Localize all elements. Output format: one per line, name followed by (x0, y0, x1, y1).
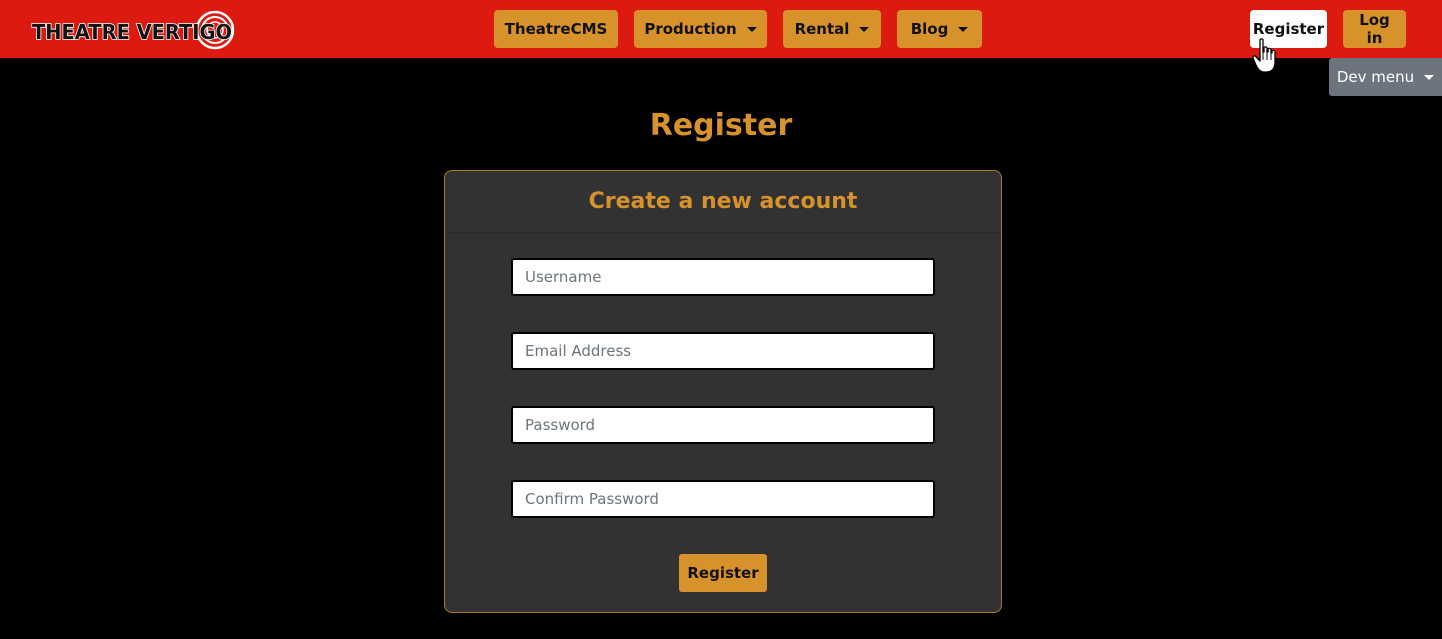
nav-rental-dropdown[interactable]: Rental (783, 10, 881, 48)
login-link-label: Log in (1359, 11, 1390, 47)
card-header-title: Create a new account (588, 189, 858, 214)
nav-blog-dropdown[interactable]: Blog (897, 10, 982, 48)
register-submit-button[interactable]: Register (679, 554, 767, 592)
login-link[interactable]: Log in (1343, 10, 1406, 48)
nav-production-dropdown[interactable]: Production (634, 10, 767, 48)
nav-theatrecms-label: TheatreCMS (504, 20, 608, 38)
top-navbar: THEATRE VERTIGO TheatreCMS Production Re… (0, 0, 1442, 58)
card-header: Create a new account (445, 171, 1001, 233)
dev-menu-dropdown[interactable]: Dev menu (1329, 58, 1442, 96)
caret-down-icon (746, 26, 757, 32)
register-link-label: Register (1252, 20, 1325, 38)
register-submit-label: Register (687, 564, 759, 582)
nav-production-label: Production (644, 20, 737, 38)
nav-theatrecms-link[interactable]: TheatreCMS (494, 10, 618, 48)
register-form-card: Create a new account Register (444, 170, 1002, 613)
nav-rental-label: Rental (794, 20, 850, 38)
username-input[interactable] (511, 258, 935, 296)
caret-down-icon (859, 26, 870, 32)
logo-text: THEATRE VERTIGO (32, 20, 232, 44)
caret-down-icon (1424, 74, 1435, 80)
hand-pointer-icon (1252, 38, 1276, 73)
page-title: Register (649, 108, 793, 143)
dev-menu-label: Dev menu (1336, 68, 1415, 86)
password-input[interactable] (511, 406, 935, 444)
nav-blog-label: Blog (910, 20, 949, 38)
confirm-password-input[interactable] (511, 480, 935, 518)
caret-down-icon (958, 26, 969, 32)
email-input[interactable] (511, 332, 935, 370)
theatre-vertigo-logo[interactable]: THEATRE VERTIGO (30, 9, 236, 51)
